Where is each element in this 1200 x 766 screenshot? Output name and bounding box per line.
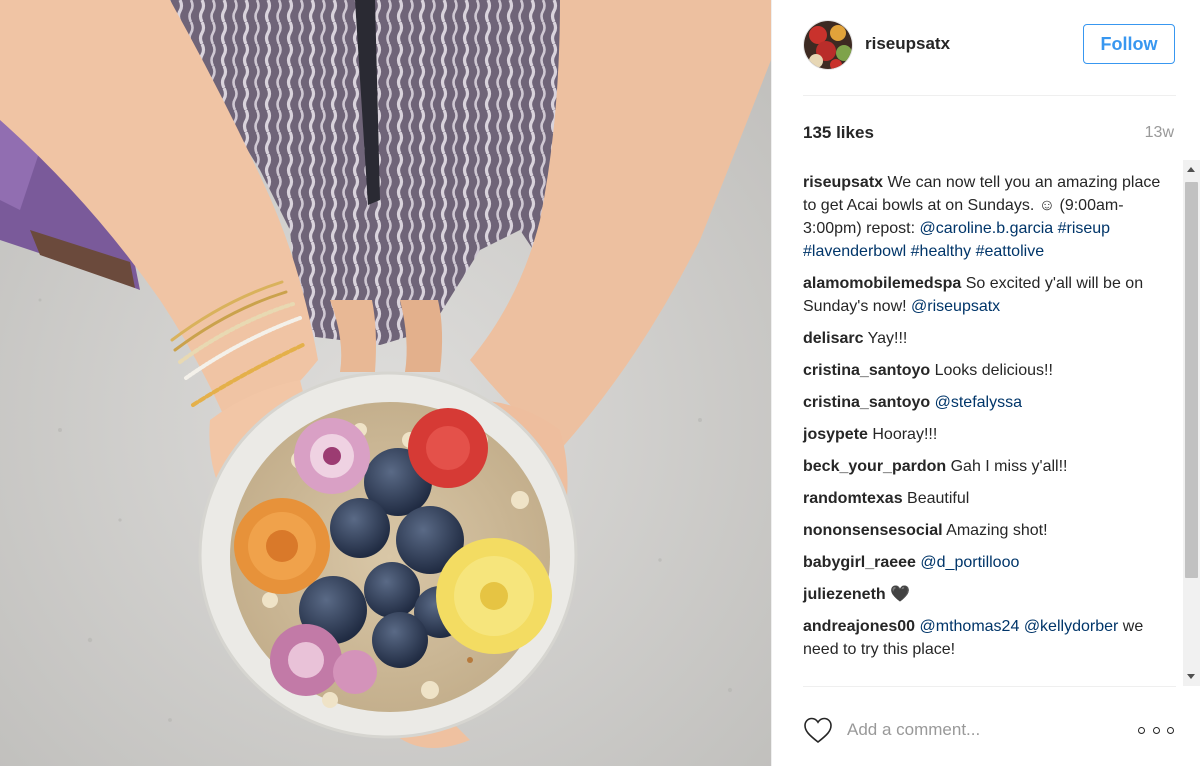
comments-scroll-area[interactable]: riseupsatx We can now tell you an amazin… (772, 160, 1200, 686)
comment-item: nononsensesocial Amazing shot! (803, 519, 1173, 542)
comment-item: delisarc Yay!!! (803, 327, 1173, 350)
comment-text: @d_portillooo (916, 554, 1019, 571)
like-button[interactable] (803, 716, 833, 744)
add-comment-input[interactable] (847, 715, 1137, 745)
comments-list: riseupsatx We can now tell you an amazin… (803, 171, 1173, 670)
comment-username[interactable]: delisarc (803, 330, 863, 347)
comment-text: Yay!!! (863, 330, 908, 347)
hashtag-link[interactable]: #healthy (911, 243, 972, 260)
comment-username[interactable]: juliezeneth (803, 586, 886, 603)
actions-divider (803, 686, 1176, 687)
comment-item: alamomobilemedspa So excited y'all will … (803, 272, 1173, 318)
mention-link[interactable]: @d_portillooo (920, 554, 1019, 571)
comment-text-segment: Gah I miss y'all!! (946, 458, 1068, 475)
comment-username[interactable]: cristina_santoyo (803, 362, 930, 379)
mention-link[interactable]: @riseupsatx (911, 298, 1000, 315)
comment-item: andreajones00 @mthomas24 @kellydorber we… (803, 615, 1173, 661)
post-photo (0, 0, 771, 766)
likes-count[interactable]: 135 likes (803, 123, 874, 143)
heart-outline-icon (804, 717, 832, 744)
post-header: riseupsatx Follow (772, 0, 1200, 96)
follow-button[interactable]: Follow (1083, 24, 1175, 64)
comment-item: juliezeneth 🖤 (803, 583, 1173, 606)
comment-text: Gah I miss y'all!! (946, 458, 1068, 475)
mention-link[interactable]: @kellydorber (1024, 618, 1119, 635)
comment-item: babygirl_raeee @d_portillooo (803, 551, 1173, 574)
header-divider (803, 95, 1176, 96)
dot-icon (1152, 726, 1160, 734)
comment-item: randomtexas Beautiful (803, 487, 1173, 510)
acai-bowl-photo (0, 0, 771, 766)
mention-link[interactable]: @caroline.b.garcia (920, 220, 1054, 237)
instagram-post-modal: riseupsatx Follow 135 likes 13w riseupsa… (0, 0, 1200, 766)
post-age[interactable]: 13w (1145, 124, 1174, 142)
comment-text-segment: Looks delicious!! (930, 362, 1053, 379)
comment-username[interactable]: babygirl_raeee (803, 554, 916, 571)
comment-username[interactable]: josypete (803, 426, 868, 443)
comment-item: beck_your_pardon Gah I miss y'all!! (803, 455, 1173, 478)
comment-text-segment: Beautiful (902, 490, 970, 507)
comment-text-segment: Amazing shot! (942, 522, 1048, 539)
comment-text: Beautiful (902, 490, 970, 507)
comment-text: Amazing shot! (942, 522, 1048, 539)
comment-item: josypete Hooray!!! (803, 423, 1173, 446)
comment-username[interactable]: randomtexas (803, 490, 903, 507)
avatar-image-icon (804, 21, 852, 69)
dot-icon (1167, 726, 1174, 734)
comment-item: riseupsatx We can now tell you an amazin… (803, 171, 1173, 263)
comment-text-segment: ☺ (1038, 197, 1056, 214)
comment-text-segment: Hooray!!! (867, 426, 938, 443)
more-options-icon[interactable] (1138, 720, 1174, 740)
comment-username[interactable]: andreajones00 (803, 618, 915, 635)
comment-username[interactable]: nononsensesocial (803, 522, 943, 539)
post-side-panel: riseupsatx Follow 135 likes 13w riseupsa… (771, 0, 1200, 766)
hashtag-link[interactable]: #eattolive (976, 243, 1045, 260)
hashtag-link[interactable]: #riseup (1058, 220, 1110, 237)
comment-text: @stefalyssa (930, 394, 1022, 411)
comment-text-segment: Yay!!! (863, 330, 908, 347)
scroll-up-arrow-icon[interactable] (1187, 167, 1195, 172)
comment-username[interactable]: riseupsatx (803, 174, 883, 191)
scroll-down-arrow-icon[interactable] (1187, 674, 1195, 679)
dot-icon (1138, 726, 1145, 734)
comment-text: Hooray!!! (868, 426, 937, 443)
comment-item: cristina_santoyo @stefalyssa (803, 391, 1173, 414)
post-author-username[interactable]: riseupsatx (865, 34, 950, 54)
comment-text: Looks delicious!! (930, 362, 1053, 379)
comment-item: cristina_santoyo Looks delicious!! (803, 359, 1173, 382)
comment-username[interactable]: beck_your_pardon (803, 458, 946, 475)
comment-username[interactable]: alamomobilemedspa (803, 275, 961, 292)
hashtag-link[interactable]: #lavenderbowl (803, 243, 906, 260)
mention-link[interactable]: @stefalyssa (935, 394, 1022, 411)
scrollbar-thumb[interactable] (1185, 182, 1198, 578)
mention-link[interactable]: @mthomas24 (920, 618, 1020, 635)
comment-username[interactable]: cristina_santoyo (803, 394, 930, 411)
avatar[interactable] (803, 20, 853, 70)
comment-text-segment: 🖤 (885, 586, 911, 603)
comment-text: 🖤 (886, 586, 910, 603)
comments-scrollbar[interactable] (1183, 160, 1200, 686)
